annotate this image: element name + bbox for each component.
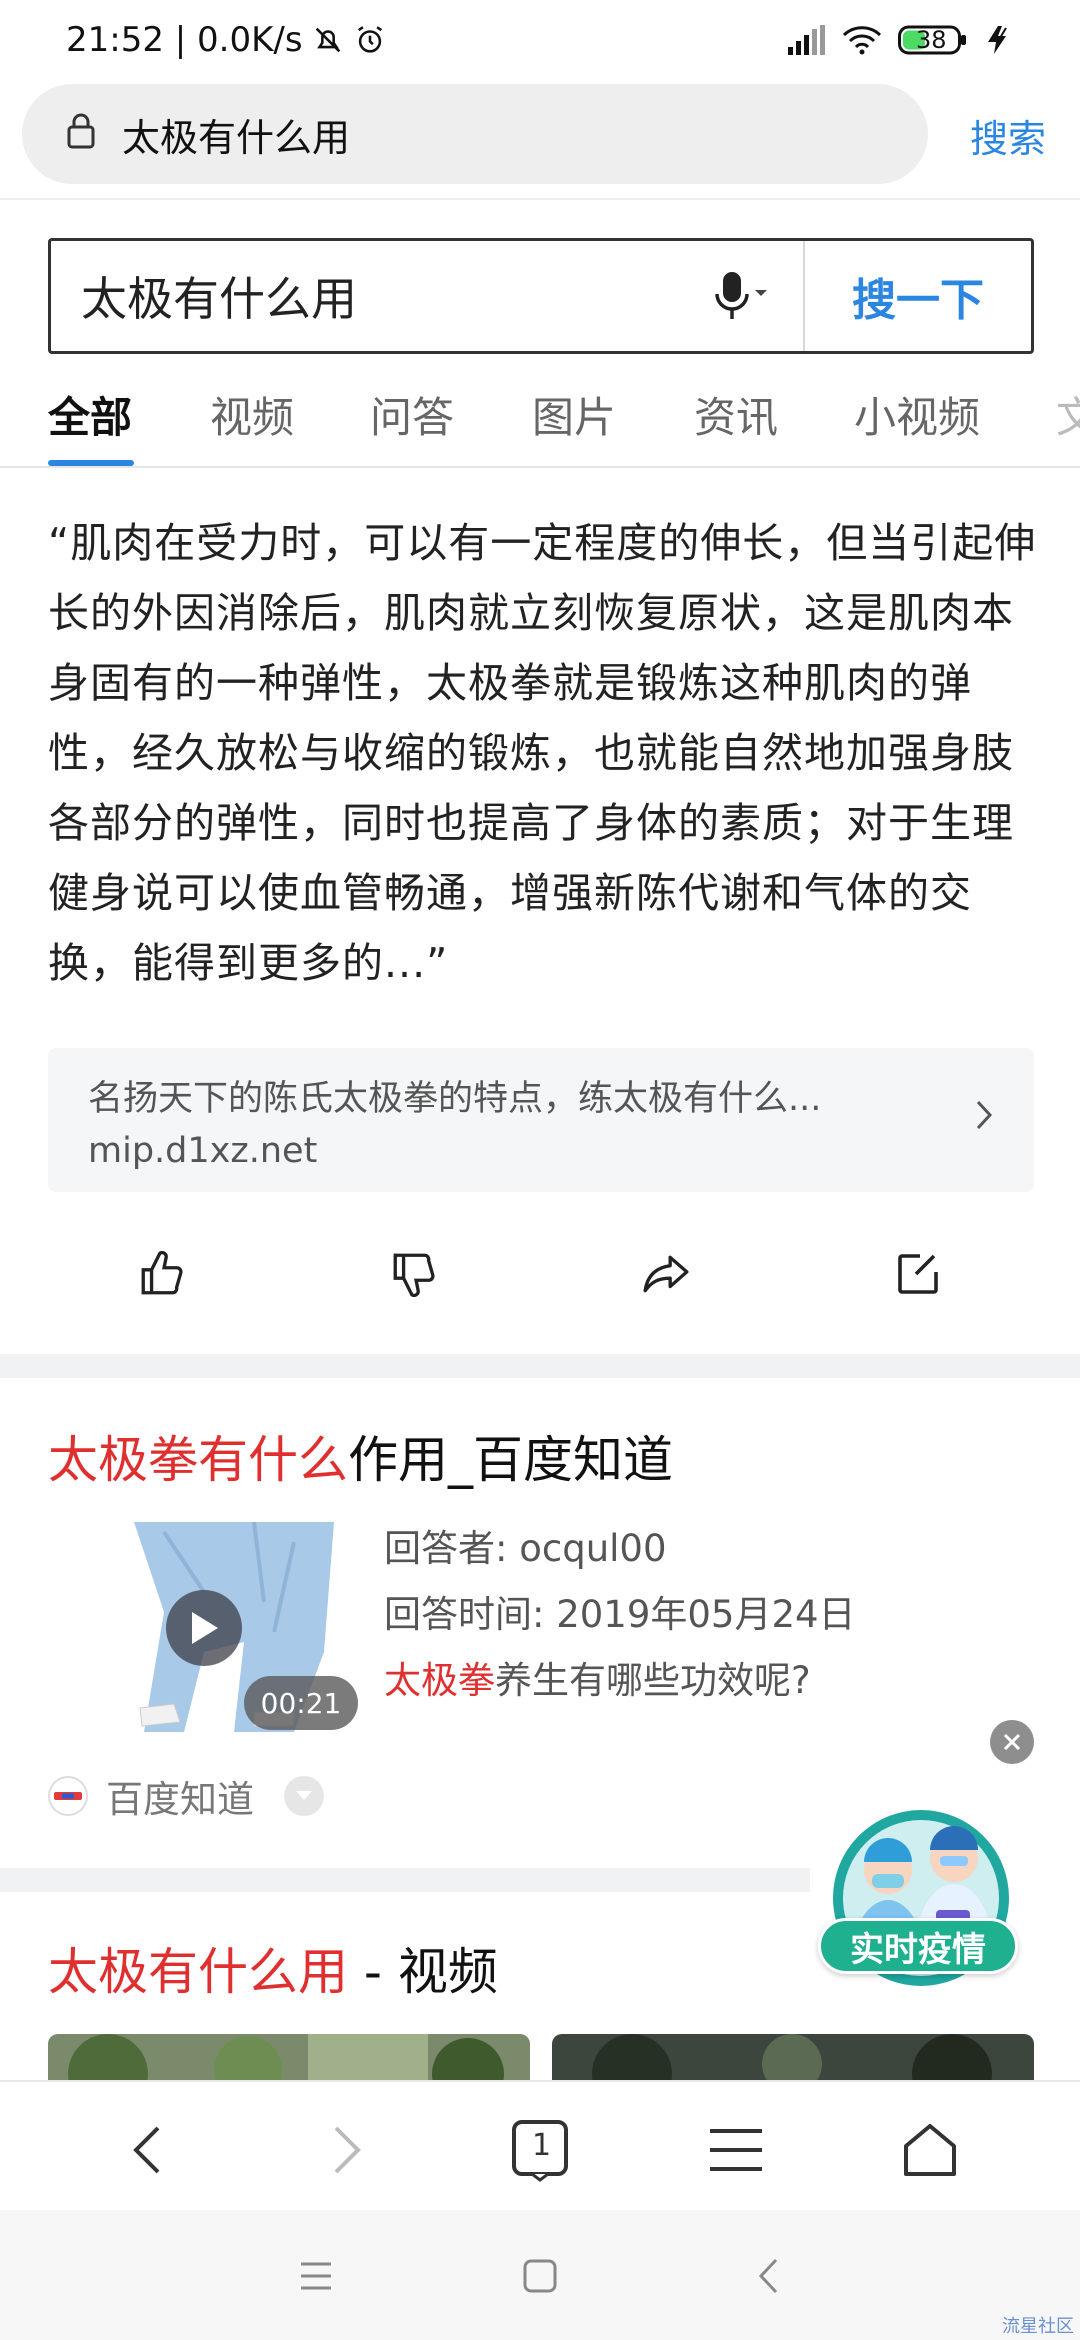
tab-qa[interactable]: 问答 — [370, 384, 454, 445]
voice-input-button[interactable] — [683, 241, 803, 351]
result-title-rest: 作用_百度知道 — [348, 1431, 673, 1489]
source-title: 名扬天下的陈氏太极拳的特点，练太极有什么... — [88, 1079, 822, 1119]
chevron-right-icon — [974, 1098, 994, 1136]
back-icon[interactable] — [108, 2110, 188, 2190]
answerer: 回答者: ocqul00 — [384, 1527, 667, 1570]
video-preview-image — [552, 2034, 1034, 2082]
question-highlight: 太极拳 — [384, 1659, 495, 1702]
lock-icon — [66, 111, 96, 158]
result-zhidao-title[interactable]: 太极拳有什么作用_百度知道 — [48, 1420, 673, 1492]
status-left: 21:52 | 0.0K/s — [66, 20, 387, 60]
status-right: 38 — [786, 24, 1014, 56]
video-thumbnail-2[interactable] — [552, 2034, 1034, 2082]
tab-more[interactable]: 文 — [1056, 384, 1080, 445]
microphone-icon — [715, 272, 767, 319]
mute-bell-icon — [311, 23, 345, 57]
play-button[interactable] — [166, 1590, 242, 1666]
realtime-covid-badge[interactable]: 实时疫情 — [818, 1918, 1018, 1974]
menu-icon[interactable] — [696, 2110, 776, 2190]
answer-source-card[interactable]: 名扬天下的陈氏太极拳的特点，练太极有什么... mip.d1xz.net — [48, 1048, 1034, 1192]
source-url: mip.d1xz.net — [88, 1131, 318, 1171]
related-question[interactable]: 太极拳养生有哪些功效呢? — [384, 1650, 811, 1704]
home-icon[interactable] — [890, 2110, 970, 2190]
browser-toolbar: 1 — [0, 2080, 1080, 2210]
tab-all[interactable]: 全部 — [48, 384, 132, 445]
video-thumbnail-1[interactable] — [48, 2034, 530, 2082]
charging-icon — [984, 24, 1014, 56]
close-icon[interactable] — [990, 1720, 1034, 1764]
result-video-title[interactable]: 太极有什么用 - 视频 — [48, 1932, 498, 2004]
system-navigation-bar: 流星社区 — [0, 2210, 1080, 2340]
status-bar: 21:52 | 0.0K/s 38 — [0, 0, 1080, 80]
section-gap-2 — [0, 1868, 810, 1892]
result-title-highlight: 太极拳有什么 — [48, 1431, 348, 1489]
search-box: 太极有什么用 搜一下 — [48, 238, 1034, 354]
thumbs-down-icon[interactable] — [384, 1244, 444, 1304]
edit-icon[interactable] — [888, 1244, 948, 1304]
section-gap — [0, 1354, 1080, 1378]
video-title-rest: - 视频 — [348, 1943, 498, 2001]
battery-icon: 38 — [898, 24, 968, 56]
answer-snippet: “肌肉在受力时，可以有一定程度的伸长，但当引起伸长的外因消除后，肌肉就立刻恢复原… — [48, 519, 1037, 987]
search-submit-button[interactable]: 搜一下 — [805, 241, 1031, 351]
browser-address-bar: 太极有什么用 搜索 — [0, 80, 1080, 200]
tab-short-video[interactable]: 小视频 — [854, 384, 980, 445]
url-text: 太极有什么用 — [122, 115, 351, 160]
tab-news[interactable]: 资讯 — [694, 384, 778, 445]
answer-time: 回答时间: 2019年05月24日 — [384, 1593, 856, 1636]
question-rest: 养生有哪些功效呢? — [495, 1659, 811, 1702]
watermark: 流星社区 — [1002, 2316, 1074, 2337]
system-home-icon[interactable] — [510, 2246, 570, 2306]
video-duration: 00:21 — [244, 1676, 358, 1730]
url-field[interactable]: 太极有什么用 — [22, 84, 928, 184]
video-title-highlight: 太极有什么用 — [48, 1943, 348, 2001]
thumbs-up-icon[interactable] — [132, 1244, 192, 1304]
tab-images[interactable]: 图片 — [532, 384, 616, 445]
search-input[interactable]: 太极有什么用 — [51, 263, 683, 329]
recent-apps-icon[interactable] — [286, 2246, 346, 2306]
baidu-logo-icon — [48, 1776, 88, 1816]
system-back-icon[interactable] — [738, 2246, 798, 2306]
status-time-speed: 21:52 | 0.0K/s — [66, 20, 303, 60]
play-icon — [192, 1612, 218, 1644]
signal-icon — [786, 25, 826, 55]
tabs-button[interactable]: 1 — [500, 2110, 580, 2190]
forward-icon[interactable] — [306, 2110, 386, 2190]
tab-count: 1 — [532, 2128, 552, 2163]
alarm-icon — [353, 23, 387, 57]
result-tabs: 全部 视频 问答 图片 资讯 小视频 文 — [0, 376, 1080, 468]
battery-level: 38 — [916, 26, 947, 54]
site-name: 百度知道 — [106, 1778, 254, 1821]
search-button[interactable]: 搜索 — [970, 108, 1046, 163]
source-site[interactable]: 百度知道 — [48, 1768, 324, 1824]
video-preview-image — [48, 2034, 530, 2082]
tab-video[interactable]: 视频 — [210, 384, 294, 445]
chevron-down-icon[interactable] — [284, 1776, 324, 1816]
active-tab-indicator — [48, 460, 134, 466]
wifi-icon — [842, 25, 882, 55]
answer-actions — [0, 1228, 1080, 1318]
share-icon[interactable] — [636, 1244, 696, 1304]
